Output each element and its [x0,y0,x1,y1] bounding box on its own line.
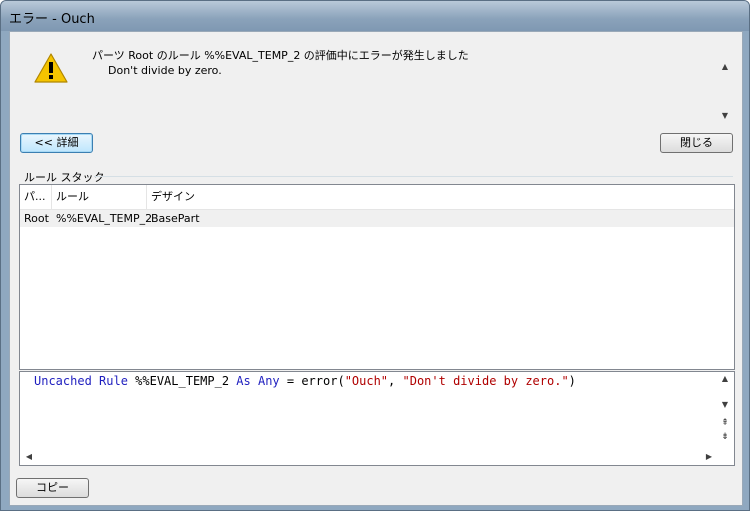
window-title: エラー - Ouch [9,12,95,27]
code-keyword: Uncached Rule [34,374,128,388]
dialog-body: パーツ Root のルール %%EVAL_TEMP_2 の評価中にエラーが発生し… [9,31,743,506]
list-header: パ... ルール デザイン [20,185,734,210]
warning-icon [34,53,68,83]
scroll-down-icon[interactable]: ▼ [718,111,732,120]
close-button[interactable]: 閉じる [660,133,733,153]
cell-part: Root [24,212,49,225]
table-row[interactable]: Root %%EVAL_TEMP_2 BasePart [20,210,734,227]
cell-rule: %%EVAL_TEMP_2 [56,212,153,225]
code-string: "Ouch" [344,374,389,388]
column-header-part[interactable]: パ... [20,185,52,209]
copy-button[interactable]: コピー [16,478,89,498]
scroll-right-icon[interactable]: ▶ [702,452,716,461]
error-message: パーツ Root のルール %%EVAL_TEMP_2 の評価中にエラーが発生し… [92,48,469,78]
code-comma: , [388,374,403,388]
cell-design: BasePart [151,212,200,225]
scroll-up-icon[interactable]: ▲ [718,62,732,71]
rule-stack-list[interactable]: パ... ルール デザイン Root %%EVAL_TEMP_2 BasePar… [19,184,735,370]
group-divider [94,176,733,177]
error-dialog: エラー - Ouch パーツ Root のルール %%EVAL_TEMP_2 の… [0,0,750,511]
title-bar[interactable]: エラー - Ouch [1,1,749,31]
scroll-page-down-icon[interactable]: ⇟ [718,432,732,442]
code-vertical-scrollbar[interactable]: ▲ ▼ ⇞ ⇟ [718,372,734,448]
details-button[interactable]: << 詳細 [20,133,93,153]
message-scrollbar[interactable]: ▲ ▼ [718,62,732,120]
code-horizontal-scrollbar[interactable]: ◀ ▶ [20,449,718,465]
code-keyword: As Any [236,374,280,388]
error-message-title: パーツ Root のルール %%EVAL_TEMP_2 の評価中にエラーが発生し… [92,49,469,62]
rule-stack-label: ルール スタック [24,171,105,184]
code-paren: ) [568,374,576,388]
code-rule-name: %%EVAL_TEMP_2 [127,374,237,388]
code-string: "Don't divide by zero." [402,374,569,388]
code-line: Uncached Rule %%EVAL_TEMP_2 As Any = err… [34,374,576,388]
column-header-rule[interactable]: ルール [52,185,147,209]
error-message-detail: Don't divide by zero. [108,64,222,77]
scroll-left-icon[interactable]: ◀ [22,452,36,461]
code-operator: = error( [279,374,345,388]
column-header-design[interactable]: デザイン [147,185,733,209]
scroll-up-icon[interactable]: ▲ [718,374,732,383]
scroll-page-up-icon[interactable]: ⇞ [718,418,732,428]
rule-code-view[interactable]: Uncached Rule %%EVAL_TEMP_2 As Any = err… [19,371,735,466]
scroll-down-icon[interactable]: ▼ [718,400,732,409]
